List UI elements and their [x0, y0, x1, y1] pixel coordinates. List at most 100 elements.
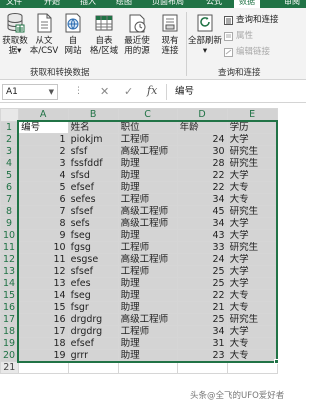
row-header[interactable]: 10: [0, 229, 20, 242]
cell-d20[interactable]: 23: [176, 349, 228, 362]
cell-a15[interactable]: 14: [17, 289, 69, 302]
formula-input[interactable]: 编号: [166, 84, 304, 100]
cell-b12[interactable]: esgse: [67, 253, 119, 266]
cell-c7[interactable]: 工程师: [117, 193, 178, 206]
cell-d19[interactable]: 31: [176, 337, 228, 350]
cell-b16[interactable]: fsgr: [67, 301, 119, 314]
cell-d15[interactable]: 22: [176, 289, 228, 302]
cell-e19[interactable]: 大专: [226, 337, 278, 350]
cell-e6[interactable]: 大专: [226, 181, 278, 194]
cell-b3[interactable]: sfsf: [67, 145, 119, 158]
row-header[interactable]: 20: [0, 349, 20, 362]
cell-b5[interactable]: sfsd: [67, 169, 119, 182]
cell-b19[interactable]: efsef: [67, 337, 119, 350]
cell-d17[interactable]: 25: [176, 313, 228, 326]
tab-insert[interactable]: 插入: [80, 0, 96, 8]
cell-e13[interactable]: 大学: [226, 265, 278, 278]
cell-a7[interactable]: 6: [17, 193, 69, 206]
cell-e21[interactable]: [226, 361, 278, 374]
row-header[interactable]: 1: [0, 120, 20, 134]
row-header[interactable]: 16: [0, 301, 20, 314]
refresh-all-button[interactable]: 全部刷新 ▾: [188, 12, 222, 56]
row-header[interactable]: 15: [0, 289, 20, 302]
row-header[interactable]: 2: [0, 133, 20, 146]
cell-c16[interactable]: 助理: [117, 301, 178, 314]
tab-file[interactable]: 文件: [6, 0, 22, 8]
cell-e1[interactable]: 学历: [226, 120, 278, 134]
cell-a6[interactable]: 5: [17, 181, 69, 194]
cell-c4[interactable]: 助理: [117, 157, 178, 170]
row-header[interactable]: 14: [0, 277, 20, 290]
recent-sources-button[interactable]: 最近使 用的源: [120, 12, 154, 56]
cell-a1[interactable]: 编号: [17, 120, 69, 134]
tab-draw[interactable]: 绘图: [116, 0, 132, 8]
cell-c15[interactable]: 助理: [117, 289, 178, 302]
cell-e10[interactable]: 大学: [226, 229, 278, 242]
from-table-range-button[interactable]: 自表 格/区域: [88, 12, 120, 56]
cell-e7[interactable]: 大专: [226, 193, 278, 206]
cell-d8[interactable]: 45: [176, 205, 228, 218]
cell-b4[interactable]: fssfddf: [67, 157, 119, 170]
cell-b9[interactable]: sefs: [67, 217, 119, 230]
cell-b6[interactable]: efsef: [67, 181, 119, 194]
row-header[interactable]: 4: [0, 157, 20, 170]
cell-d21[interactable]: [176, 361, 228, 374]
tab-page-layout[interactable]: 页面布局: [152, 0, 184, 8]
cell-e14[interactable]: 大学: [226, 277, 278, 290]
cell-a20[interactable]: 19: [17, 349, 69, 362]
cell-a12[interactable]: 11: [17, 253, 69, 266]
cell-b21[interactable]: [67, 361, 119, 374]
cell-e16[interactable]: 大专: [226, 301, 278, 314]
cell-a16[interactable]: 15: [17, 301, 69, 314]
cell-c20[interactable]: 助理: [117, 349, 178, 362]
cell-a4[interactable]: 3: [17, 157, 69, 170]
cell-b20[interactable]: grrr: [67, 349, 119, 362]
column-header-c[interactable]: C: [117, 108, 178, 122]
cell-d11[interactable]: 33: [176, 241, 228, 254]
row-header[interactable]: 18: [0, 325, 20, 338]
cell-a10[interactable]: 9: [17, 229, 69, 242]
cell-e20[interactable]: 大专: [226, 349, 278, 362]
cell-c18[interactable]: 工程师: [117, 325, 178, 338]
name-box[interactable]: A1 ▼: [2, 84, 58, 100]
cell-b17[interactable]: drgdrg: [67, 313, 119, 326]
fill-handle[interactable]: [274, 358, 280, 364]
cell-b13[interactable]: sfsef: [67, 265, 119, 278]
row-header[interactable]: 11: [0, 241, 20, 254]
row-header[interactable]: 6: [0, 181, 20, 194]
cell-d10[interactable]: 43: [176, 229, 228, 242]
row-header[interactable]: 9: [0, 217, 20, 230]
column-header-a[interactable]: A: [17, 108, 69, 122]
cell-a11[interactable]: 10: [17, 241, 69, 254]
row-header[interactable]: 19: [0, 337, 20, 350]
cell-d6[interactable]: 22: [176, 181, 228, 194]
cell-d5[interactable]: 22: [176, 169, 228, 182]
cell-d14[interactable]: 25: [176, 277, 228, 290]
cell-a13[interactable]: 12: [17, 265, 69, 278]
cell-b7[interactable]: sefes: [67, 193, 119, 206]
column-header-b[interactable]: B: [67, 108, 119, 122]
tab-data[interactable]: 数据: [234, 0, 260, 8]
chevron-down-icon[interactable]: ▼: [49, 85, 54, 99]
cell-d9[interactable]: 34: [176, 217, 228, 230]
cell-a18[interactable]: 17: [17, 325, 69, 338]
row-header[interactable]: 8: [0, 205, 20, 218]
cell-c9[interactable]: 高级工程师: [117, 217, 178, 230]
cell-c17[interactable]: 高级工程师: [117, 313, 178, 326]
cell-e3[interactable]: 研究生: [226, 145, 278, 158]
row-header[interactable]: 7: [0, 193, 20, 206]
cell-c6[interactable]: 助理: [117, 181, 178, 194]
cell-c19[interactable]: 助理: [117, 337, 178, 350]
get-data-button[interactable]: 获取数 据▾: [0, 12, 30, 56]
cell-c10[interactable]: 助理: [117, 229, 178, 242]
tab-home[interactable]: 开始: [44, 0, 60, 8]
cell-e18[interactable]: 大学: [226, 325, 278, 338]
cell-b14[interactable]: efes: [67, 277, 119, 290]
row-header[interactable]: 12: [0, 253, 20, 266]
cell-d18[interactable]: 34: [176, 325, 228, 338]
cell-a2[interactable]: 1: [17, 133, 69, 146]
cell-e15[interactable]: 大专: [226, 289, 278, 302]
column-header-d[interactable]: D: [176, 108, 228, 122]
cell-c12[interactable]: 高级工程师: [117, 253, 178, 266]
cell-c13[interactable]: 工程师: [117, 265, 178, 278]
